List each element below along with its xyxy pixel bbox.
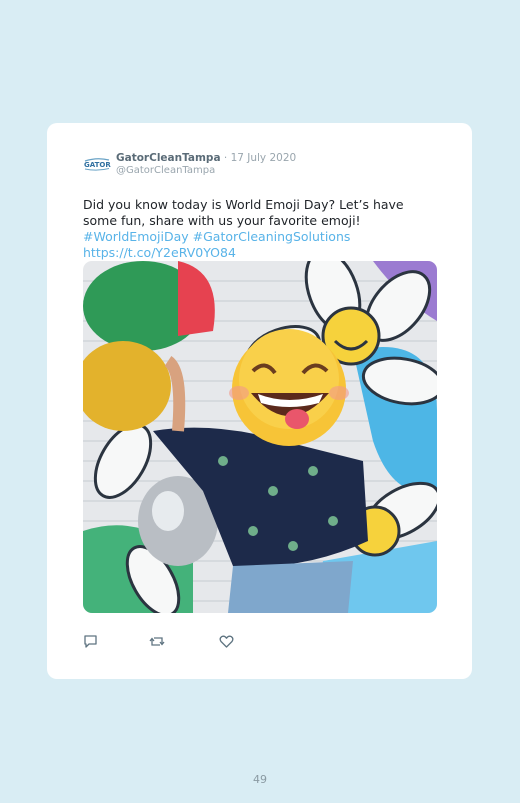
- tweet-link[interactable]: https://t.co/Y2eRV0YO84: [83, 245, 236, 260]
- tweet-text: Did you know today is World Emoji Day? L…: [83, 197, 433, 261]
- gator-logo: GATOR: [84, 158, 111, 171]
- tweet-card: GATOR GatorCleanTampa · 17 July 2020 @Ga…: [47, 123, 472, 679]
- hashtag-world-emoji-day[interactable]: #WorldEmojiDay: [83, 229, 189, 244]
- retweet-icon[interactable]: [149, 634, 165, 649]
- reply-icon[interactable]: [83, 634, 98, 649]
- hashtag-gator-cleaning-solutions[interactable]: #GatorCleaningSolutions: [193, 229, 351, 244]
- svg-text:GATOR: GATOR: [84, 161, 111, 169]
- separator: ·: [220, 152, 231, 164]
- author-line: GatorCleanTampa · 17 July 2020: [116, 152, 296, 164]
- like-icon[interactable]: [219, 634, 234, 649]
- page-number: 49: [253, 773, 267, 786]
- author-handle[interactable]: @GatorCleanTampa: [116, 165, 215, 176]
- author-name[interactable]: GatorCleanTampa: [116, 152, 221, 164]
- tweet-date[interactable]: 17 July 2020: [231, 152, 297, 164]
- tweet-body: Did you know today is World Emoji Day? L…: [83, 197, 404, 228]
- tweet-photo[interactable]: [83, 261, 437, 613]
